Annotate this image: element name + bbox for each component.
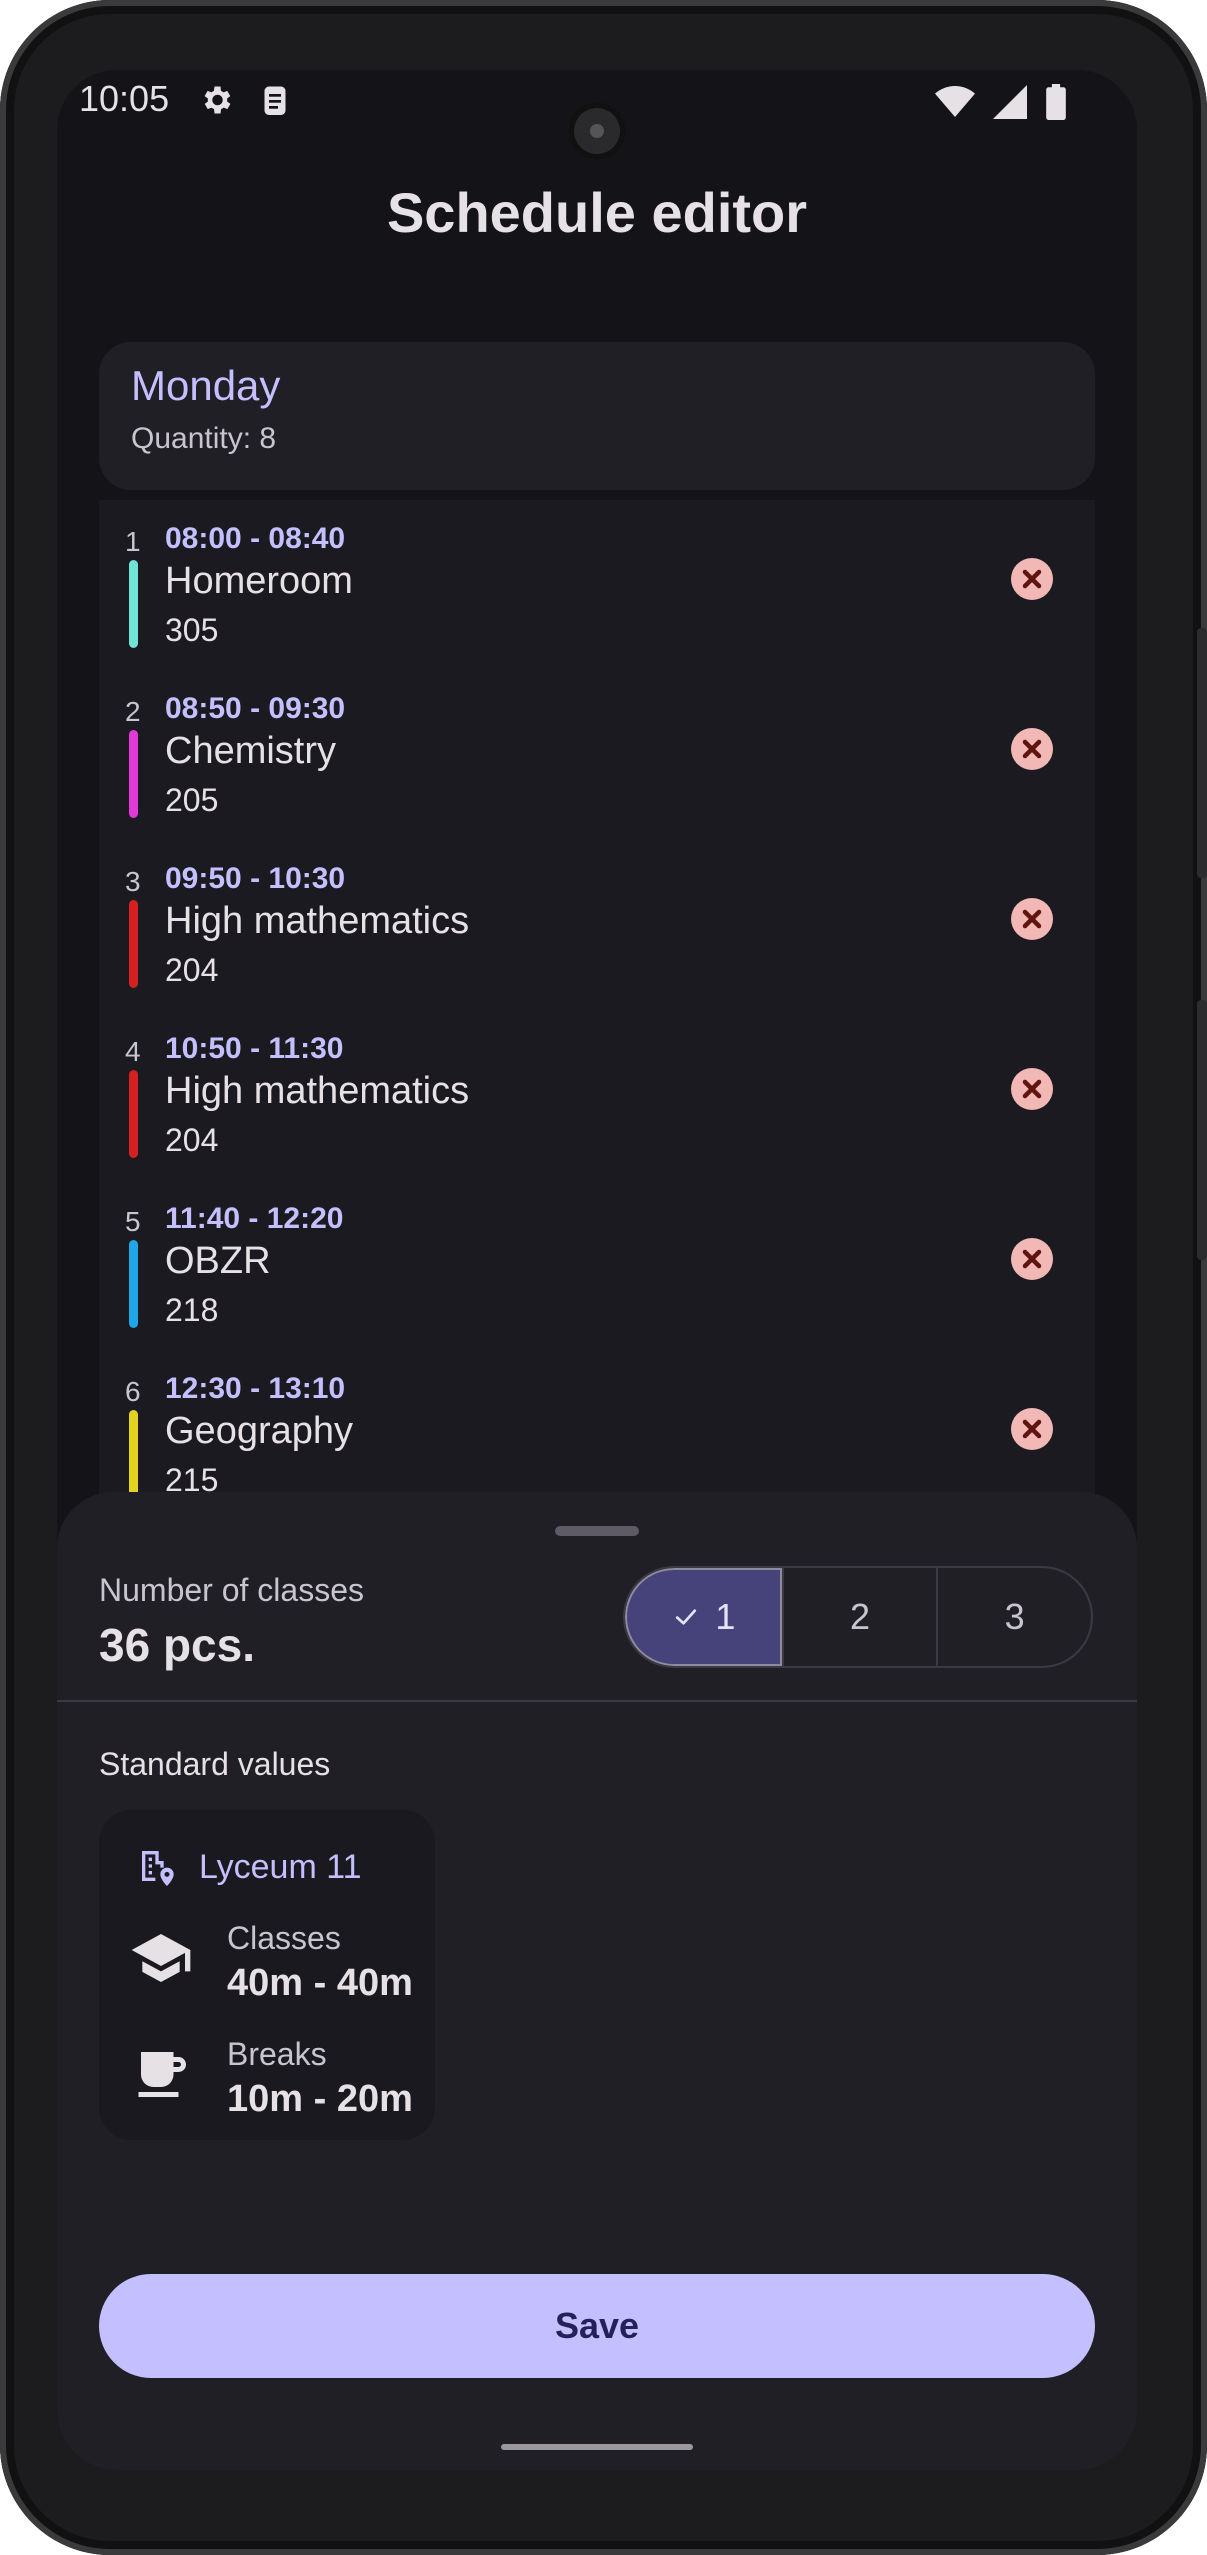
lesson-item[interactable]: 3 09:50 - 10:30 High mathematics 204	[99, 858, 1095, 1018]
sheet-drag-handle[interactable]	[555, 1526, 639, 1536]
lesson-name: Homeroom	[165, 560, 353, 602]
close-icon	[1022, 1079, 1042, 1099]
battery-icon	[1046, 84, 1066, 120]
remove-lesson-button[interactable]	[1011, 1068, 1053, 1110]
lesson-color-bar	[129, 1240, 138, 1328]
segment-2[interactable]: 2	[781, 1568, 937, 1666]
page-title: Schedule editor	[386, 181, 808, 244]
segmented-selector: 1 2 3	[623, 1566, 1093, 1668]
segment-label: 2	[849, 1596, 871, 1637]
school-building-icon	[142, 1851, 174, 1886]
lesson-number: 2	[125, 696, 141, 727]
classes-duration-label: Classes	[227, 1920, 341, 1956]
lesson-name: Geography	[165, 1410, 354, 1452]
gesture-nav-bar[interactable]	[501, 2444, 693, 2450]
lesson-name: Chemistry	[165, 730, 337, 772]
breaks-duration-value: 10m - 20m	[227, 2078, 413, 2120]
remove-lesson-button[interactable]	[1011, 1408, 1053, 1450]
lesson-item[interactable]: 4 10:50 - 11:30 High mathematics 204	[99, 1028, 1095, 1188]
lesson-item[interactable]: 5 11:40 - 12:20 OBZR 218	[99, 1198, 1095, 1358]
lesson-room: 218	[165, 1292, 219, 1328]
graduation-cap-icon	[131, 1934, 191, 1982]
lesson-color-bar	[129, 900, 138, 988]
remove-lesson-button[interactable]	[1011, 1238, 1053, 1280]
status-time: 10:05	[79, 78, 170, 119]
lesson-number: 3	[125, 866, 141, 897]
lesson-color-bar	[129, 1410, 138, 1498]
coffee-cup-icon	[138, 2052, 186, 2097]
classes-duration-value: 40m - 40m	[227, 1962, 413, 2004]
lesson-number: 4	[125, 1036, 141, 1067]
close-icon	[1022, 909, 1042, 929]
lesson-time: 11:40 - 12:20	[165, 1202, 344, 1235]
lesson-room: 204	[165, 1122, 219, 1158]
lesson-time: 10:50 - 11:30	[165, 1032, 344, 1065]
front-camera	[568, 102, 626, 160]
phone-frame: 10:05 Schedule editor Monday Quantity: 8	[0, 0, 1207, 2555]
segment-label: 1	[715, 1596, 736, 1637]
school-name: Lyceum 11	[199, 1848, 362, 1886]
day-quantity: Quantity: 8	[131, 422, 277, 455]
lesson-item[interactable]: 1 08:00 - 08:40 Homeroom 305	[99, 518, 1095, 678]
lesson-number: 5	[125, 1206, 141, 1237]
save-button[interactable]: Save	[99, 2274, 1095, 2378]
status-icons	[935, 84, 1067, 120]
classes-count-label: Number of classes	[99, 1572, 364, 1608]
lesson-time: 09:50 - 10:30	[165, 862, 346, 895]
wifi-icon	[935, 86, 975, 117]
close-icon	[1022, 739, 1042, 759]
lesson-room: 205	[165, 782, 219, 818]
lesson-time: 08:00 - 08:40	[165, 522, 346, 555]
clipboard-icon	[264, 86, 286, 115]
segment-1[interactable]: 1	[625, 1568, 782, 1666]
remove-lesson-button[interactable]	[1011, 558, 1053, 600]
check-icon	[676, 1609, 697, 1625]
day-name: Monday	[131, 362, 281, 409]
lesson-room: 204	[165, 952, 219, 988]
close-icon	[1022, 569, 1042, 589]
breaks-duration-label: Breaks	[227, 2036, 327, 2072]
close-icon	[1022, 1249, 1042, 1269]
standard-values-label: Standard values	[99, 1746, 331, 1782]
lesson-number: 1	[125, 526, 141, 557]
lesson-color-bar	[129, 560, 138, 648]
power-button	[1197, 628, 1207, 878]
lesson-time: 12:30 - 13:10	[165, 1372, 346, 1405]
lesson-name: High mathematics	[165, 1070, 470, 1112]
remove-lesson-button[interactable]	[1011, 728, 1053, 770]
lesson-name: High mathematics	[165, 900, 470, 942]
lesson-number: 6	[125, 1376, 141, 1407]
standard-values-card[interactable]: Lyceum 11 Classes 40m - 40m Breaks 10m -…	[99, 1810, 435, 2140]
bottom-sheet[interactable]: Number of classes 36 pcs. 1 2 3 Standard…	[57, 1492, 1137, 2470]
close-icon	[1022, 1419, 1042, 1439]
lesson-name: OBZR	[165, 1240, 271, 1282]
settings-icon	[204, 86, 231, 114]
classes-count-value: 36 pcs.	[99, 1619, 255, 1671]
lesson-color-bar	[129, 1070, 138, 1158]
segment-3[interactable]: 3	[936, 1568, 1091, 1666]
signal-icon	[993, 85, 1027, 119]
volume-button	[1197, 1000, 1207, 1260]
segment-label: 3	[1004, 1596, 1025, 1637]
lesson-item[interactable]: 2 08:50 - 09:30 Chemistry 205	[99, 688, 1095, 848]
lesson-room: 305	[165, 612, 219, 648]
screen: 10:05 Schedule editor Monday Quantity: 8	[57, 70, 1137, 2470]
lesson-time: 08:50 - 09:30	[165, 692, 346, 725]
remove-lesson-button[interactable]	[1011, 898, 1053, 940]
lesson-color-bar	[129, 730, 138, 818]
day-card[interactable]: Monday Quantity: 8	[99, 342, 1095, 490]
divider	[57, 1700, 1137, 1702]
